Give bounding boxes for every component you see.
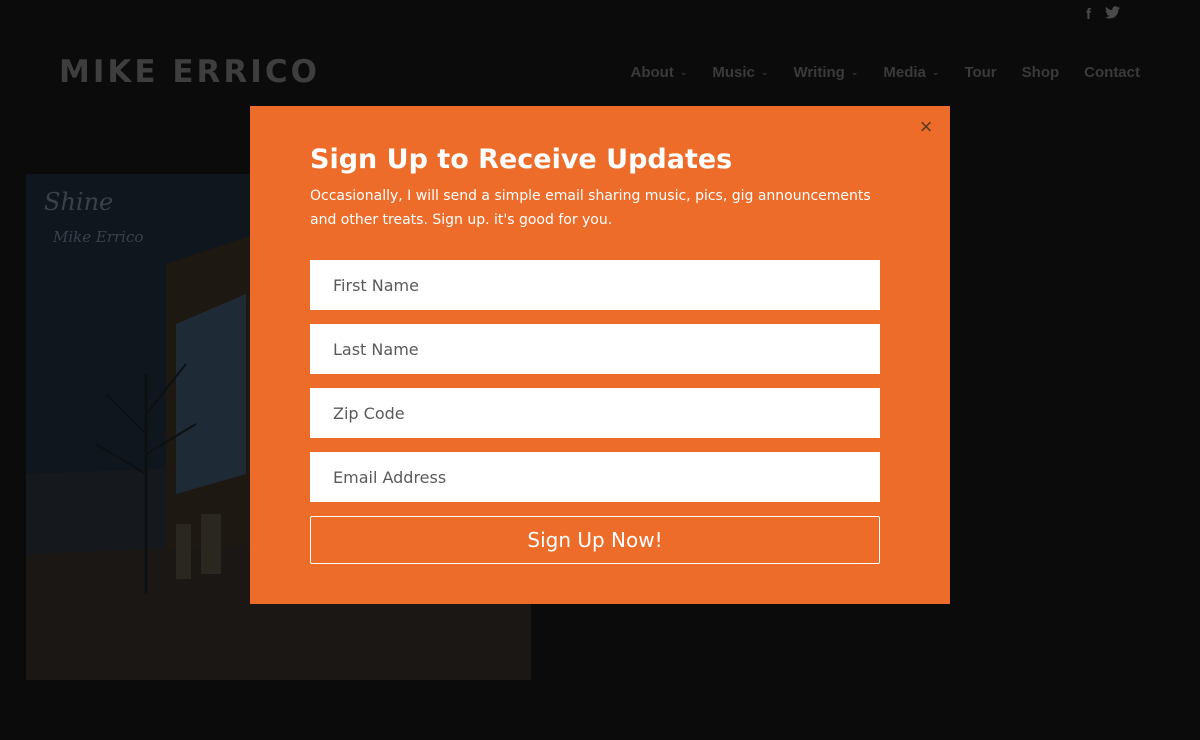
nav-item-shop[interactable]: Shop xyxy=(1022,64,1060,81)
album-artist: Mike Errico xyxy=(53,228,144,246)
page: f MIKE ERRICO About ⌄ Music ⌄ Writing ⌄ Med… xyxy=(0,0,1200,740)
first-name-field[interactable] xyxy=(310,260,880,310)
popup-title: Sign Up to Receive Updates xyxy=(310,144,733,175)
twitter-icon[interactable] xyxy=(1105,6,1120,24)
nav-item-writing[interactable]: Writing ⌄ xyxy=(793,64,858,81)
sign-up-button[interactable]: Sign Up Now! xyxy=(310,516,880,564)
album-title: Shine xyxy=(44,188,114,216)
zip-code-field[interactable] xyxy=(310,388,880,438)
email-field[interactable] xyxy=(310,452,880,502)
nav-label: Writing xyxy=(793,64,845,81)
nav-label: Contact xyxy=(1084,64,1140,81)
nav-label: Music xyxy=(712,64,755,81)
chevron-down-icon: ⌄ xyxy=(931,67,940,77)
facebook-icon[interactable]: f xyxy=(1086,6,1091,24)
popup-description: Occasionally, I will send a simple email… xyxy=(310,188,871,228)
nav-label: Shop xyxy=(1021,64,1060,81)
close-icon[interactable]: × xyxy=(916,116,936,138)
signup-popup: × Sign Up to Receive Updates Occasionall… xyxy=(250,106,950,604)
site-logo[interactable]: MIKE ERRICO xyxy=(59,54,320,90)
last-name-field[interactable] xyxy=(310,324,880,374)
nav-item-contact[interactable]: Contact xyxy=(1084,64,1140,81)
nav-item-tour[interactable]: Tour xyxy=(964,64,996,81)
nav-label: Media xyxy=(883,64,926,81)
nav-label: Tour xyxy=(964,64,997,81)
nav-item-music[interactable]: Music ⌄ xyxy=(712,64,768,81)
chevron-down-icon: ⌄ xyxy=(760,67,769,77)
nav-item-media[interactable]: Media ⌄ xyxy=(883,64,939,81)
chevron-down-icon: ⌄ xyxy=(679,67,688,77)
chevron-down-icon: ⌄ xyxy=(850,67,859,77)
main-nav: About ⌄ Music ⌄ Writing ⌄ Media ⌄ Tour Shop … xyxy=(606,64,1141,81)
nav-item-about[interactable]: About ⌄ xyxy=(631,64,688,81)
nav-label: About xyxy=(630,64,674,81)
social-links: f xyxy=(1086,6,1120,24)
